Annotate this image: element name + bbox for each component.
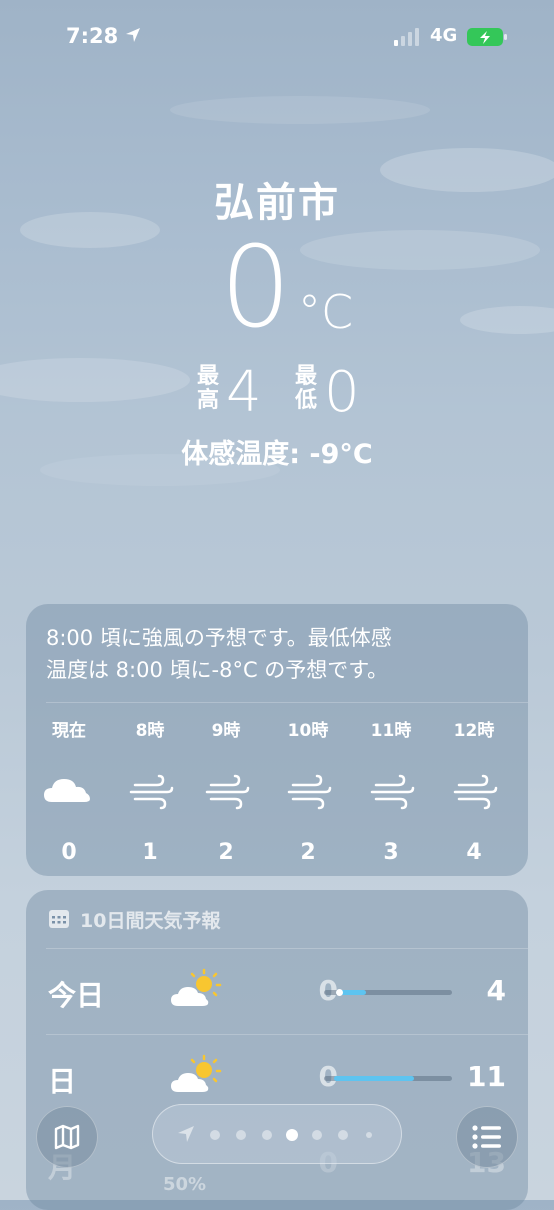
summary-line: 温度は 8:00 頃に-8°C の予想です。 — [46, 658, 389, 682]
hour-label: 10時 — [287, 721, 329, 741]
hour-label: 9時 — [211, 721, 241, 741]
wind-icon — [370, 774, 415, 810]
low-label: 最低 — [294, 364, 317, 413]
temperature-range-fill — [334, 1076, 414, 1081]
hour-value: 2 — [300, 840, 316, 865]
status-bar: 7:28 4G — [0, 0, 554, 70]
status-time: 7:28 — [66, 24, 119, 48]
signal-icon — [394, 28, 419, 46]
hour-label: 11時 — [370, 721, 412, 741]
location-arrow-icon — [178, 1126, 194, 1142]
page-dot — [338, 1130, 348, 1140]
hour-value: 0 — [61, 840, 77, 865]
page-indicator[interactable] — [152, 1104, 402, 1164]
page-dot-active — [286, 1129, 298, 1141]
partly-sunny-icon — [171, 1054, 222, 1092]
location-list-button[interactable] — [456, 1106, 518, 1168]
high-low: 最高 4 最低 0 — [0, 365, 554, 425]
low-value: 0 — [324, 360, 360, 425]
ten-day-title: 10日間天気予報 — [80, 910, 221, 932]
wind-icon — [453, 774, 498, 810]
wind-icon — [205, 774, 250, 810]
day-high: 4 — [486, 974, 506, 1007]
calendar-icon — [49, 910, 69, 928]
hourly-forecast-card[interactable]: 8:00 頃に強風の予想です。最低体感 温度は 8:00 頃に-8°C の予想で… — [26, 604, 528, 876]
hour-value: 1 — [142, 840, 158, 865]
list-icon — [472, 1125, 501, 1149]
day-name: 今日 — [48, 979, 105, 1012]
divider — [46, 702, 528, 703]
battery-charging-icon — [467, 28, 507, 46]
page-dot — [366, 1132, 372, 1138]
hour-value: 4 — [466, 840, 482, 865]
day-name: 日 — [48, 1065, 77, 1098]
page-dot — [210, 1130, 220, 1140]
page-dot — [236, 1130, 246, 1140]
bottom-toolbar: 50% — [0, 1096, 554, 1200]
current-temperature: 0 — [220, 223, 292, 353]
temperature-range-bar — [324, 989, 452, 996]
hour-label: 12時 — [453, 721, 495, 741]
high-label: 最高 — [196, 364, 219, 413]
forecast-summary: 8:00 頃に強風の予想です。最低体感 温度は 8:00 頃に-8°C の予想で… — [46, 622, 506, 686]
temperature-unit: °C — [298, 285, 354, 339]
page-dot — [262, 1130, 272, 1140]
hour-value: 3 — [383, 840, 399, 865]
hour-label: 現在 — [52, 721, 86, 741]
network-type: 4G — [430, 25, 458, 46]
partly-sunny-icon — [171, 968, 222, 1006]
location-arrow-icon — [126, 28, 140, 42]
feels-like: 体感温度: -9°C — [181, 439, 373, 470]
precipitation-chance: 50% — [163, 1174, 207, 1195]
divider — [46, 1034, 528, 1035]
current-temperature-dot — [336, 989, 343, 996]
wind-icon — [129, 774, 174, 810]
summary-line: 8:00 頃に強風の予想です。最低体感 — [46, 626, 392, 650]
page-dot — [312, 1130, 322, 1140]
city-name: 弘前市 — [214, 180, 340, 226]
cloud-icon — [44, 779, 90, 802]
map-icon — [54, 1124, 80, 1150]
hour-value: 2 — [218, 840, 234, 865]
day-high: 11 — [467, 1060, 506, 1093]
temperature-range-bar — [324, 1076, 452, 1081]
divider — [46, 948, 528, 949]
high-value: 4 — [226, 360, 262, 425]
wind-icon — [287, 774, 332, 810]
hour-label: 8時 — [135, 721, 165, 741]
map-button[interactable] — [36, 1106, 98, 1168]
